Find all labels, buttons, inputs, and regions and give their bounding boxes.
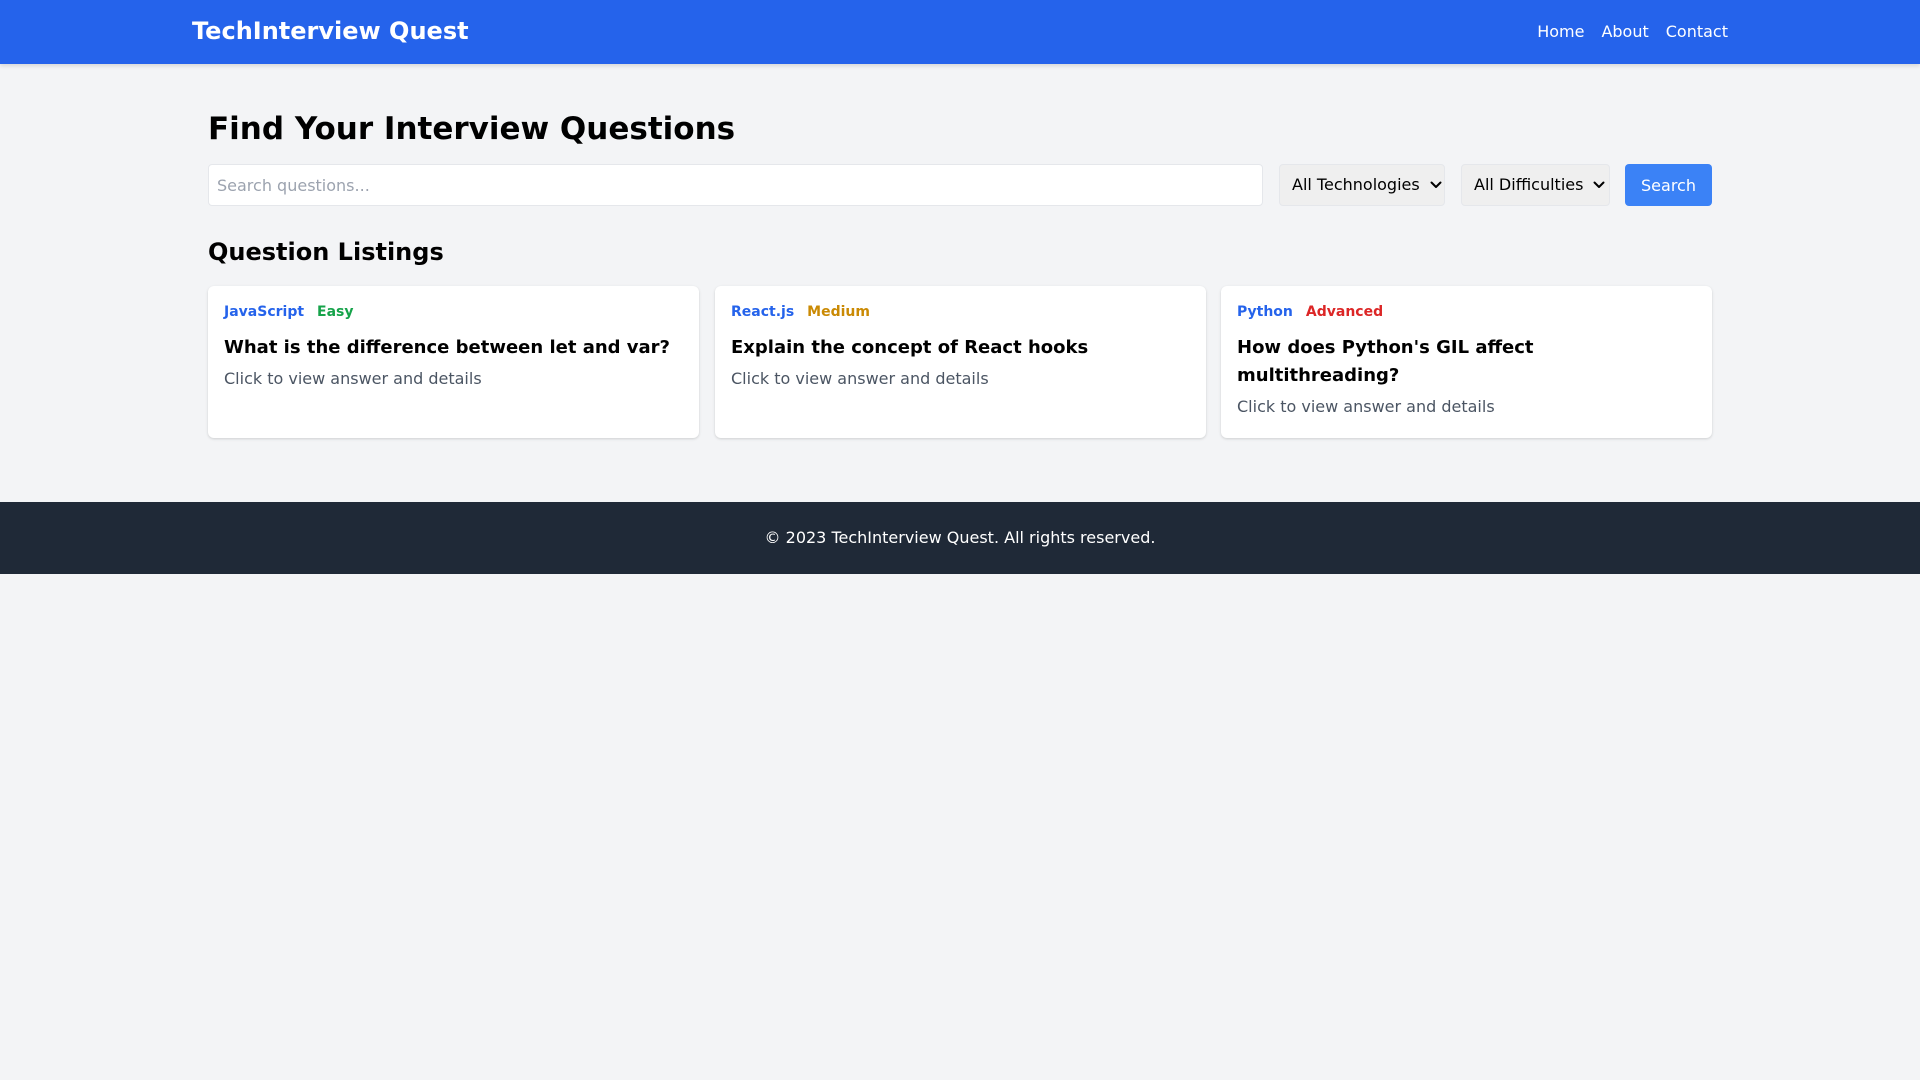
chevron-down-icon — [1593, 181, 1605, 189]
site-brand[interactable]: TechInterview Quest — [192, 15, 469, 47]
site-footer: © 2023 TechInterview Quest. All rights r… — [0, 502, 1920, 574]
difficulty-select[interactable]: All Difficulties — [1461, 164, 1610, 206]
difficulty-badge: Easy — [317, 304, 354, 320]
nav-home-link[interactable]: Home — [1537, 20, 1584, 44]
technology-badge: React.js — [731, 304, 795, 320]
question-card-python[interactable]: Python Advanced How does Python's GIL af… — [1221, 286, 1712, 438]
question-title: How does Python's GIL affect multithread… — [1237, 337, 1534, 386]
question-title: Explain the concept of React hooks — [731, 337, 1089, 358]
card-tags: React.js Medium — [731, 302, 1190, 322]
nav-about-link[interactable]: About — [1601, 20, 1648, 44]
card-tags: Python Advanced — [1237, 302, 1696, 322]
technology-badge: JavaScript — [224, 304, 305, 320]
question-card-react[interactable]: React.js Medium Explain the concept of R… — [715, 286, 1206, 438]
technology-select-value: All Technologies — [1292, 175, 1420, 194]
technology-select[interactable]: All Technologies — [1279, 164, 1445, 206]
listings-title: Question Listings — [208, 238, 444, 266]
question-description: Click to view answer and details — [1237, 397, 1495, 416]
main-nav: Home About Contact — [1537, 20, 1728, 44]
difficulty-select-value: All Difficulties — [1474, 175, 1584, 194]
chevron-down-icon — [1430, 181, 1442, 189]
site-header: TechInterview Quest Home About Contact — [0, 0, 1920, 64]
search-button[interactable]: Search — [1625, 164, 1712, 206]
nav-contact-link[interactable]: Contact — [1666, 20, 1728, 44]
footer-copyright: © 2023 TechInterview Quest. All rights r… — [764, 528, 1156, 547]
question-listings: JavaScript Easy What is the difference b… — [208, 286, 1712, 438]
difficulty-badge: Medium — [807, 304, 870, 320]
question-description: Click to view answer and details — [224, 369, 482, 388]
technology-badge: Python — [1237, 304, 1293, 320]
question-title: What is the difference between let and v… — [224, 337, 671, 358]
card-tags: JavaScript Easy — [224, 302, 683, 322]
question-card-javascript[interactable]: JavaScript Easy What is the difference b… — [208, 286, 699, 438]
page-title: Find Your Interview Questions — [208, 111, 736, 147]
question-description: Click to view answer and details — [731, 369, 989, 388]
search-input[interactable] — [208, 164, 1263, 206]
difficulty-badge: Advanced — [1305, 304, 1384, 320]
